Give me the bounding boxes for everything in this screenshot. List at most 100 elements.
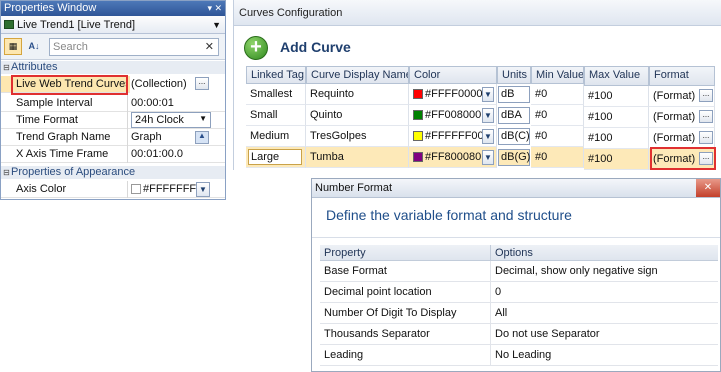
chevron-down-icon[interactable]: ▼ [212,16,221,34]
cell-min-value[interactable]: #0 [531,105,584,126]
cell-units[interactable]: dB(C) [498,128,530,145]
column-header-color[interactable]: Color [409,66,497,84]
cell-max-value[interactable]: #100 [584,128,649,149]
column-header-max-value[interactable]: Max Value [584,66,649,86]
graph-picker-icon[interactable]: ▲ [195,131,209,144]
cell-max-value[interactable]: #100 [584,149,649,170]
ellipsis-button[interactable]: ... [699,89,713,102]
group-attributes-label: Attributes [11,61,58,73]
property-name: Sample Interval [15,95,128,112]
clear-search-icon[interactable]: ✕ [205,39,214,55]
cell-option[interactable]: Decimal, show only negative sign [490,261,718,282]
collapse-icon[interactable]: ⊟ [3,166,10,179]
categorized-view-icon[interactable]: ▦ [4,38,22,55]
chevron-down-icon[interactable]: ▼ [196,182,210,197]
cell-option[interactable]: 0 [490,282,718,303]
number-format-dialog: Number Format ✕ Define the variable form… [311,178,721,372]
group-appearance-label: Properties of Appearance [11,166,136,178]
cell-units[interactable]: dBA [498,107,530,124]
color-swatch [413,110,423,121]
color-swatch [413,131,423,142]
search-input[interactable]: Search ✕ [49,38,219,56]
cell-linked-tag[interactable]: Smallest [246,84,306,105]
column-header-curve-display-name[interactable]: Curve Display Name [306,66,409,84]
property-name: Time Format [15,112,128,129]
cell-property: Number Of Digit To Display [320,303,490,324]
cell-max-value[interactable]: #100 [584,86,649,107]
add-curve-button[interactable]: Add Curve [280,39,351,55]
cell-option[interactable]: All [490,303,718,324]
cell-max-value[interactable]: #100 [584,107,649,128]
window-controls[interactable]: ▾ ✕ [207,1,222,16]
properties-window-title-text: Properties Window [4,2,97,14]
format-highlight-box [650,147,716,170]
property-row-time-format[interactable]: Time Format 24h Clock ▼ [1,112,225,129]
cell-linked-tag[interactable]: Large [246,147,306,168]
close-icon[interactable]: ✕ [696,179,720,197]
cell-units[interactable]: dB(G) [498,149,530,166]
cell-linked-tag[interactable]: Medium [246,126,306,147]
divider [312,237,720,238]
color-swatch [413,152,423,163]
property-name: Trend Graph Name [15,129,128,146]
color-swatch [413,89,423,100]
axis-color-value: #FFFFFFFF [143,183,203,195]
chevron-down-icon[interactable]: ▼ [482,150,494,165]
cell-linked-tag[interactable]: Small [246,105,306,126]
cell-display-name[interactable]: TresGolpes [306,126,409,147]
linked-tag-input[interactable]: Large [248,149,302,165]
cell-display-name[interactable]: Requinto [306,84,409,105]
property-value: 00:01:00.0 [131,148,183,160]
ellipsis-button[interactable]: ... [699,110,713,123]
color-value: #FFFF0000 [425,88,483,100]
cell-min-value[interactable]: #0 [531,147,584,168]
number-format-title: Number Format [315,182,393,194]
add-curve-icon[interactable]: + [244,36,268,60]
cell-display-name[interactable]: Tumba [306,147,409,168]
cell-units[interactable]: dB [498,86,530,103]
dialog-heading: Define the variable format and structure [326,207,572,223]
cell-property: Base Format [320,261,490,282]
color-value: #FF008000 [425,109,482,121]
object-selector-value: Live Trend1 [Live Trend] [17,19,136,31]
column-header-options[interactable]: Options [490,245,718,261]
color-value: #FFFFFF00 [425,130,484,142]
chevron-down-icon[interactable]: ▼ [482,129,494,144]
property-row-x-axis-time-frame[interactable]: X Axis Time Frame 00:01:00.0 [1,146,225,163]
collapse-icon[interactable]: ⊟ [3,61,10,74]
cell-min-value[interactable]: #0 [531,126,584,147]
number-format-titlebar: Number Format ✕ [312,179,720,198]
ellipsis-button[interactable]: ... [699,131,713,144]
time-format-value: 24h Clock [135,114,184,126]
properties-window: Properties Window ▾ ✕ Live Trend1 [Live … [0,0,226,200]
cell-property: Leading [320,345,490,366]
time-format-select[interactable]: 24h Clock ▼ [131,112,211,128]
property-row-sample-interval[interactable]: Sample Interval 00:00:01 [1,95,225,112]
property-name: X Axis Time Frame [15,146,128,163]
property-value: #FFFFFFFF [130,181,225,198]
cell-display-name[interactable]: Quinto [306,105,409,126]
color-value: #FF800080 [425,151,482,163]
cell-min-value[interactable]: #0 [531,84,584,105]
property-row-trend-graph-name[interactable]: Trend Graph Name Graph ▲ [1,129,225,146]
column-header-property[interactable]: Property [320,245,490,261]
cell-option[interactable]: No Leading [490,345,718,366]
highlight-box [11,75,128,95]
column-header-units[interactable]: Units [497,66,531,84]
group-appearance[interactable]: ⊟ Properties of Appearance [1,166,225,179]
chevron-down-icon[interactable]: ▼ [482,87,494,102]
color-swatch [131,184,141,195]
ellipsis-button[interactable]: ... [195,77,209,90]
chevron-down-icon[interactable]: ▼ [199,114,207,123]
cell-option[interactable]: Do not use Separator [490,324,718,345]
column-header-min-value[interactable]: Min Value [531,66,584,84]
group-attributes[interactable]: ⊟ Attributes [1,61,225,74]
property-value: (Collection) [130,76,225,93]
chevron-down-icon[interactable]: ▼ [482,108,494,123]
property-row-axis-color[interactable]: Axis Color #FFFFFFFF ▼ [1,181,225,198]
property-value: 00:00:01 [131,97,174,109]
sort-alphabetical-icon[interactable]: A↓ [25,38,43,55]
object-selector[interactable]: Live Trend1 [Live Trend] ▼ [1,16,225,34]
column-header-linked-tag[interactable]: Linked Tag [246,66,306,84]
column-header-format[interactable]: Format [649,66,715,86]
